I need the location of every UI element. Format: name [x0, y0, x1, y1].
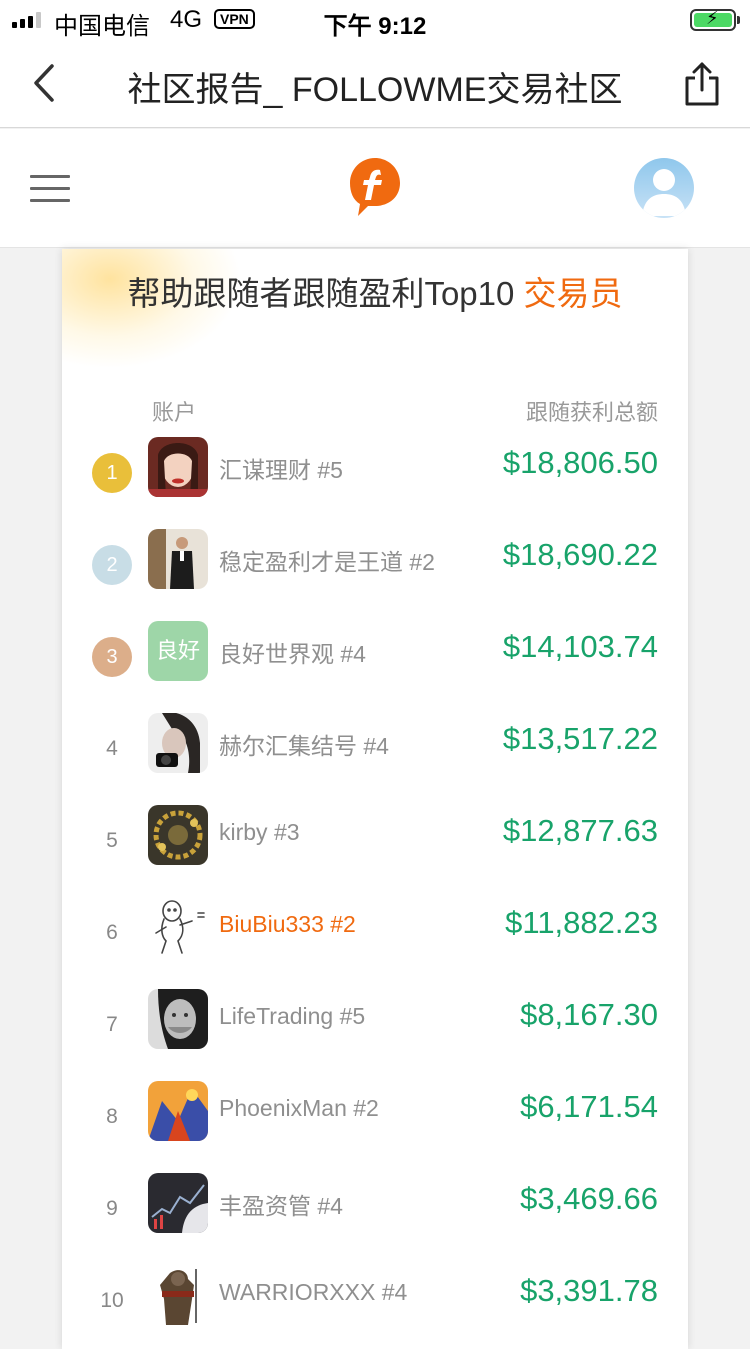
column-header-profit: 跟随获利总额: [525, 400, 658, 425]
trader-row[interactable]: 5 kirby #3 $12,877.63: [62, 805, 688, 885]
trader-row[interactable]: 1 汇谋理财 #5 $18,806.50: [62, 437, 688, 517]
menu-button[interactable]: [30, 175, 70, 203]
trader-name: 稳定盈利才是王道 #2: [219, 549, 435, 575]
rank-number: 10: [100, 1289, 124, 1312]
trader-avatar: [148, 989, 208, 1049]
trader-name: 良好世界观 #4: [219, 641, 366, 667]
chevron-left-icon: [34, 64, 54, 102]
trader-row[interactable]: 7 LifeTrading #5 $8,167.30: [62, 989, 688, 1069]
rank-number: 4: [106, 737, 118, 760]
heading-main: 帮助跟随者跟随盈利Top10: [127, 275, 515, 312]
ranking-card: 帮助跟随者跟随盈利Top10 交易员 账户 跟随获利总额 1 汇谋理财 #5 $…: [62, 249, 688, 1349]
followme-logo[interactable]: [348, 156, 402, 218]
trader-name: BiuBiu333 #2: [219, 911, 356, 937]
site-header: [0, 129, 750, 248]
trader-name: LifeTrading #5: [219, 1003, 366, 1029]
profit-amount: $8,167.30: [520, 997, 658, 1032]
profit-amount: $3,391.78: [520, 1273, 658, 1308]
trader-row[interactable]: 8 PhoenixMan #2 $6,171.54: [62, 1081, 688, 1161]
back-button[interactable]: [26, 60, 66, 106]
trader-avatar: [148, 1265, 208, 1325]
rank-badge: 1: [92, 453, 132, 493]
rank-number: 6: [106, 921, 118, 944]
card-heading: 帮助跟随者跟随盈利Top10 交易员: [62, 267, 688, 315]
trader-avatar: [148, 1173, 208, 1233]
heading-accent: 交易员: [523, 275, 623, 312]
clock: 下午 9:12: [323, 13, 427, 40]
trader-avatar: [148, 437, 208, 497]
trader-name: kirby #3: [219, 819, 300, 845]
trader-avatar: [148, 1081, 208, 1141]
trader-avatar: [148, 529, 208, 589]
trader-row[interactable]: 4 赫尔汇集结号 #4 $13,517.22: [62, 713, 688, 793]
trader-name: 汇谋理财 #5: [219, 457, 343, 483]
trader-avatar: [148, 897, 208, 957]
profit-amount: $6,171.54: [520, 1089, 658, 1124]
trader-row[interactable]: 9 丰盈资管 #4 $3,469.66: [62, 1173, 688, 1253]
trader-avatar: 良好: [148, 621, 208, 681]
profit-amount: $3,469.66: [520, 1181, 658, 1216]
rank-number: 8: [106, 1105, 118, 1128]
trader-name: 赫尔汇集结号 #4: [219, 733, 389, 759]
rank-number: 7: [106, 1013, 118, 1036]
rank-badge: 3: [92, 637, 132, 677]
trader-name: PhoenixMan #2: [219, 1095, 379, 1121]
column-header-account: 账户: [152, 400, 197, 425]
rank-badge: 2: [92, 545, 132, 585]
navigation-bar: 社区报告_ FOLLOWME交易社区: [0, 40, 750, 128]
trader-row[interactable]: 3 良好 良好世界观 #4 $14,103.74: [62, 621, 688, 701]
trader-avatar: [148, 805, 208, 865]
status-bar: 中国电信 4G VPN 下午 9:12 ⚡: [0, 0, 750, 40]
trader-name: 丰盈资管 #4: [219, 1193, 343, 1219]
user-icon: [642, 169, 686, 216]
trader-avatar: [148, 713, 208, 773]
profit-amount: $14,103.74: [502, 629, 658, 664]
trader-row[interactable]: 2 稳定盈利才是王道 #2 $18,690.22: [62, 529, 688, 609]
trader-name: WARRIORXXX #4: [219, 1279, 408, 1305]
rank-number: 9: [106, 1197, 118, 1220]
trader-row[interactable]: 10 WARRIORXXX #4 $3,391.78: [62, 1265, 688, 1345]
profit-amount: $11,882.23: [505, 905, 658, 940]
battery-icon: ⚡: [690, 8, 740, 31]
profit-amount: $18,690.22: [502, 537, 658, 572]
profit-amount: $13,517.22: [502, 721, 658, 756]
profit-amount: $12,877.63: [502, 813, 658, 848]
user-avatar[interactable]: [634, 158, 694, 218]
rank-number: 5: [106, 829, 118, 852]
share-button[interactable]: [682, 60, 722, 108]
trader-row[interactable]: 6 BiuBiu333 #2 $11,882.23: [62, 897, 688, 977]
share-icon: [685, 62, 719, 106]
profit-amount: $18,806.50: [502, 445, 658, 480]
hamburger-icon: [30, 175, 70, 178]
page-title: 社区报告_ FOLLOWME交易社区: [127, 71, 623, 109]
